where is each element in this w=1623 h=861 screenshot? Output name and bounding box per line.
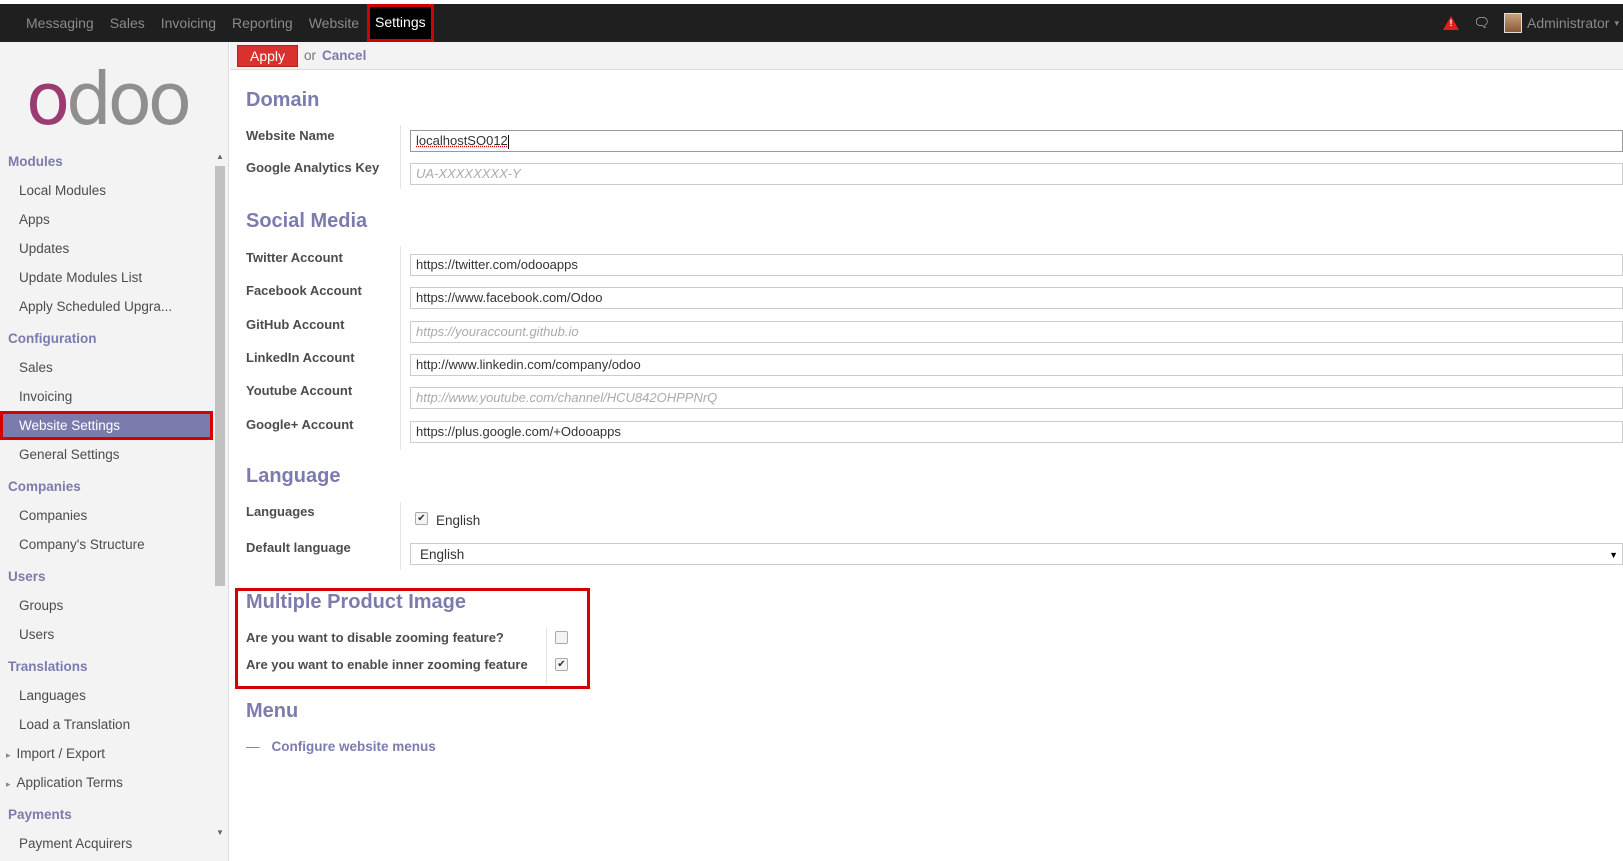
sidebar-item-application-terms[interactable]: Application Terms <box>0 768 213 797</box>
top-menu-invoicing[interactable]: Invoicing <box>153 4 224 42</box>
scroll-up-icon[interactable]: ▲ <box>216 152 224 161</box>
top-menu-reporting[interactable]: Reporting <box>224 4 301 42</box>
sidebar-item-updates[interactable]: Updates <box>0 234 213 263</box>
user-name: Administrator <box>1527 15 1610 31</box>
top-right-tray: 🗨 Administrator ▾ <box>1443 4 1623 42</box>
youtube-account-value: http://www.youtube.com/channel/HCU842OHP… <box>416 390 718 406</box>
language-english-checkbox[interactable]: ✔ <box>415 512 428 525</box>
disable-zoom-checkbox[interactable] <box>555 631 568 644</box>
apply-button[interactable]: Apply <box>237 44 299 67</box>
google-plus-account-label: Google+ Account <box>246 416 354 432</box>
sidebar-item-update-modules-list[interactable]: Update Modules List <box>0 263 213 292</box>
sidebar-item-sales[interactable]: Sales <box>0 353 213 382</box>
odoo-logo[interactable]: odoo <box>26 63 192 135</box>
action-bar: Apply or Cancel <box>230 42 1623 70</box>
warning-icon[interactable] <box>1443 16 1460 30</box>
sidebar-item-apply-scheduled-upgrades[interactable]: Apply Scheduled Upgra... <box>0 292 213 321</box>
youtube-account-label: Youtube Account <box>246 383 353 399</box>
sidebar-item-company-structure[interactable]: Company's Structure <box>0 530 213 559</box>
top-menu: Messaging Sales Invoicing Reporting Webs… <box>18 4 434 42</box>
top-navbar: Messaging Sales Invoicing Reporting Webs… <box>0 4 1623 42</box>
analytics-key-placeholder: UA-XXXXXXXX-Y <box>416 166 521 181</box>
top-menu-settings[interactable]: Settings <box>367 4 434 42</box>
sidebar-item-local-modules[interactable]: Local Modules <box>0 176 213 205</box>
chevron-down-icon: ▼ <box>1609 550 1618 560</box>
github-account-input[interactable]: https://youraccount.github.io <box>410 320 1623 343</box>
sidebar-item-load-translation[interactable]: Load a Translation <box>0 710 213 739</box>
analytics-key-input[interactable]: UA-XXXXXXXX-Y <box>410 163 1623 185</box>
dash-icon: — <box>246 739 260 754</box>
configure-menus-row: — Configure website menus <box>246 739 436 754</box>
divider <box>546 627 547 683</box>
language-english-label: English <box>436 513 481 528</box>
website-name-label: Website Name <box>246 128 335 143</box>
section-title-language: Language <box>246 465 341 487</box>
linkedin-account-value: http://www.linkedin.com/company/odoo <box>416 356 641 372</box>
user-menu[interactable]: Administrator ▾ <box>1504 13 1619 33</box>
sidebar-item-apps[interactable]: Apps <box>0 205 213 234</box>
sidebar-section-payments: Payments <box>8 807 72 822</box>
facebook-account-input[interactable]: https://www.facebook.com/Odoo <box>410 287 1623 310</box>
section-title-social-media: Social Media <box>246 210 368 232</box>
sidebar-item-users[interactable]: Users <box>0 620 213 649</box>
sidebar-item-invoicing[interactable]: Invoicing <box>0 382 213 411</box>
top-menu-website[interactable]: Website <box>301 4 367 42</box>
scrollbar-thumb[interactable] <box>215 166 225 586</box>
sidebar-item-groups[interactable]: Groups <box>0 591 213 620</box>
sidebar-item-website-settings[interactable]: Website Settings <box>0 411 213 440</box>
sidebar: odoo Modules Local Modules Apps Updates … <box>0 42 229 861</box>
sidebar-item-general-settings[interactable]: General Settings <box>0 440 213 469</box>
top-menu-sales[interactable]: Sales <box>102 4 153 42</box>
google-plus-account-value: https://plus.google.com/+Odooapps <box>416 423 621 439</box>
youtube-account-input[interactable]: http://www.youtube.com/channel/HCU842OHP… <box>410 387 1623 410</box>
linkedin-account-input[interactable]: http://www.linkedin.com/company/odoo <box>410 353 1623 376</box>
default-language-value: English <box>420 547 465 562</box>
settings-form: Domain Website Name Google Analytics Key… <box>230 70 1623 861</box>
sidebar-section-modules: Modules <box>8 154 63 169</box>
default-language-label: Default language <box>246 540 351 555</box>
website-name-input[interactable]: localhostSO012 <box>410 130 1623 152</box>
sidebar-item-payment-acquirers[interactable]: Payment Acquirers <box>0 829 213 858</box>
twitter-account-value: https://twitter.com/odooapps <box>416 257 578 272</box>
top-menu-messaging[interactable]: Messaging <box>18 4 102 42</box>
configure-website-menus-link[interactable]: Configure website menus <box>272 739 436 754</box>
analytics-key-label: Google Analytics Key <box>246 160 380 175</box>
sidebar-menu: Modules Local Modules Apps Updates Updat… <box>0 147 213 858</box>
disable-zoom-label: Are you want to disable zooming feature? <box>246 630 504 645</box>
linkedin-account-label: LinkedIn Account <box>246 349 355 365</box>
avatar <box>1504 13 1522 33</box>
inner-zoom-checkbox[interactable]: ✔ <box>555 658 568 671</box>
twitter-account-input[interactable]: https://twitter.com/odooapps <box>410 254 1623 276</box>
sidebar-section-users: Users <box>8 569 46 584</box>
sidebar-scrollbar[interactable]: ▲ ▼ <box>213 152 227 842</box>
chevron-down-icon: ▾ <box>1614 17 1619 28</box>
section-title-menu: Menu <box>246 700 299 722</box>
sidebar-item-import-export[interactable]: Import / Export <box>0 739 213 768</box>
sidebar-section-translations: Translations <box>8 659 88 674</box>
chat-icon[interactable]: 🗨 <box>1473 15 1490 31</box>
facebook-account-value: https://www.facebook.com/Odoo <box>416 290 603 306</box>
sidebar-section-companies: Companies <box>8 479 81 494</box>
sidebar-item-companies[interactable]: Companies <box>0 501 213 530</box>
facebook-account-label: Facebook Account <box>246 283 362 299</box>
divider <box>400 246 401 450</box>
text-cursor <box>507 134 509 149</box>
default-language-select[interactable]: English ▼ <box>410 543 1623 565</box>
website-name-value: localhostSO012 <box>416 133 508 148</box>
twitter-account-label: Twitter Account <box>246 250 343 265</box>
or-label: or <box>304 48 317 63</box>
google-plus-account-input[interactable]: https://plus.google.com/+Odooapps <box>410 420 1623 443</box>
divider <box>400 125 401 189</box>
scroll-down-icon[interactable]: ▼ <box>216 828 224 837</box>
section-title-domain: Domain <box>246 89 320 111</box>
divider <box>400 502 401 570</box>
sidebar-section-configuration: Configuration <box>8 331 97 346</box>
section-title-multiple-product-image: Multiple Product Image <box>246 591 467 613</box>
languages-label: Languages <box>246 504 315 519</box>
inner-zoom-label: Are you want to enable inner zooming fea… <box>246 657 528 672</box>
github-account-label: GitHub Account <box>246 316 345 332</box>
github-account-value: https://youraccount.github.io <box>416 323 579 339</box>
cancel-link[interactable]: Cancel <box>322 48 366 63</box>
sidebar-item-languages[interactable]: Languages <box>0 681 213 710</box>
